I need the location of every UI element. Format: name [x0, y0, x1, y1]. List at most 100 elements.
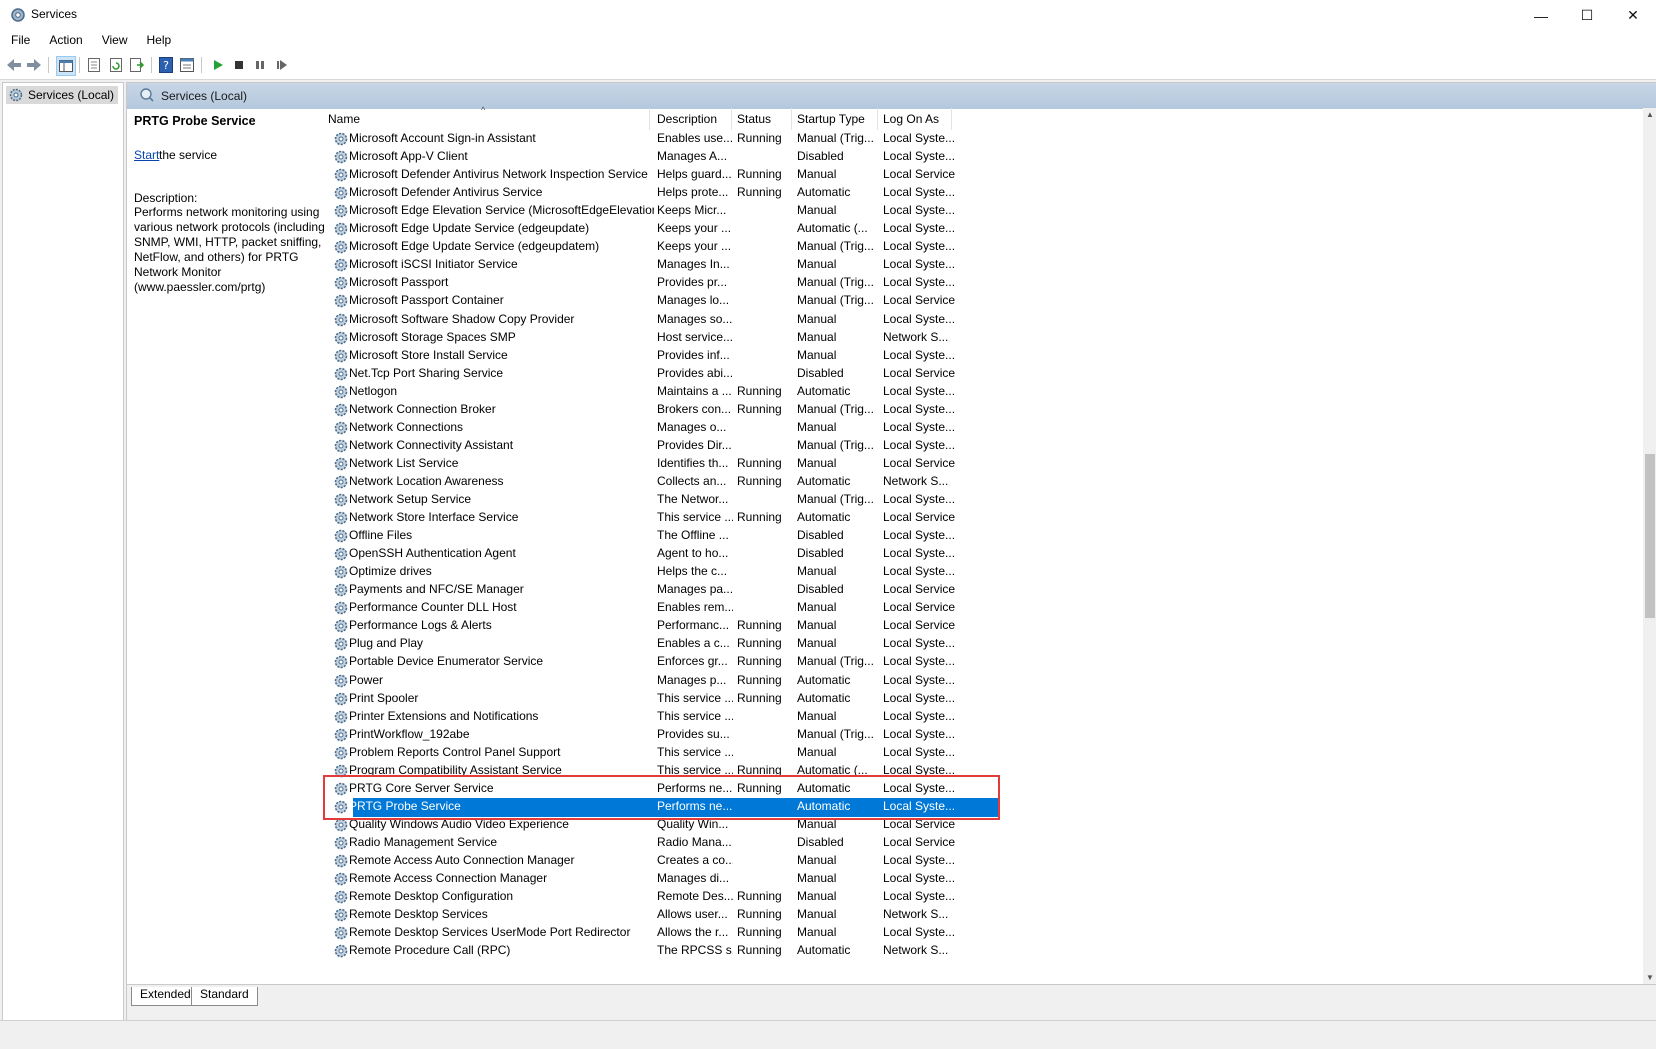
maximize-button[interactable]: ☐ [1564, 0, 1610, 31]
service-gear-icon [334, 890, 348, 904]
selected-service-title: PRTG Probe Service [134, 114, 256, 128]
service-row[interactable]: Microsoft Passport Container Manages lo..… [327, 292, 1027, 311]
vertical-scrollbar[interactable]: ▲ ▼ [1643, 108, 1656, 984]
service-startup-type: Manual (Trig... [797, 131, 874, 145]
service-log-on-as: Local Service [883, 366, 955, 380]
service-row[interactable]: Remote Desktop Services Allows user... Run… [327, 906, 1027, 925]
service-row[interactable]: Microsoft App-V Client Manages A... Disabl… [327, 148, 1027, 167]
scroll-down-icon[interactable]: ▼ [1646, 973, 1654, 982]
column-header-status[interactable]: Status [732, 108, 792, 130]
service-row[interactable]: Microsoft Passport Provides pr... Manual (… [327, 274, 1027, 293]
pause-service-icon[interactable] [251, 56, 269, 74]
service-log-on-as: Local Syste... [883, 402, 955, 416]
service-row[interactable]: Microsoft Edge Update Service (edgeupdat… [327, 238, 1027, 257]
properties-sheet-icon[interactable] [85, 56, 103, 74]
service-row[interactable]: Payments and NFC/SE Manager Manages pa...… [327, 581, 1027, 600]
menu-action[interactable]: Action [49, 31, 82, 51]
menu-help[interactable]: Help [147, 31, 172, 51]
service-row[interactable]: Microsoft Edge Elevation Service (Micros… [327, 202, 1027, 221]
service-name: OpenSSH Authentication Agent [349, 546, 516, 560]
menu-file[interactable]: File [11, 31, 30, 51]
service-row[interactable]: Remote Access Auto Connection Manager Cre… [327, 852, 1027, 871]
service-status: Running [737, 474, 782, 488]
service-gear-icon [334, 367, 348, 381]
help-icon[interactable]: ? [157, 56, 175, 74]
service-description: Enables use... [657, 131, 733, 145]
export-list-icon[interactable] [128, 56, 146, 74]
restart-service-icon[interactable] [273, 56, 291, 74]
service-row[interactable]: Performance Counter DLL Host Enables rem.… [327, 599, 1027, 618]
service-row[interactable]: Network Setup Service The Networ... Manual… [327, 491, 1027, 510]
service-row[interactable]: Optimize drives Helps the c... Manual Local… [327, 563, 1027, 582]
tab-standard[interactable]: Standard [191, 987, 258, 1006]
service-row[interactable]: Microsoft Storage Spaces SMP Host service… [327, 329, 1027, 348]
menu-view[interactable]: View [102, 31, 128, 51]
service-description: Keeps your ... [657, 239, 732, 253]
service-name: Microsoft Defender Antivirus Network Ins… [349, 167, 648, 181]
service-log-on-as: Local Syste... [883, 727, 955, 741]
service-row[interactable]: Remote Desktop Services UserMode Port Re… [327, 924, 1027, 943]
service-name: Microsoft Store Install Service [349, 348, 508, 362]
service-row[interactable]: Network Store Interface Service This serv… [327, 509, 1027, 528]
service-row[interactable]: Microsoft Defender Antivirus Network Ins… [327, 166, 1027, 185]
service-row[interactable]: Offline Files The Offline ... Disabled Loca… [327, 527, 1027, 546]
show-hide-console-tree-icon[interactable] [56, 56, 76, 76]
service-row[interactable]: Power Manages p... Running Automatic Local S… [327, 672, 1027, 691]
tree-item-services-local[interactable]: Services (Local) [6, 86, 119, 104]
stop-service-icon[interactable] [230, 56, 248, 74]
service-row[interactable]: Microsoft Defender Antivirus Service Help… [327, 184, 1027, 203]
service-row[interactable]: Network Location Awareness Collects an...… [327, 473, 1027, 492]
column-header-log-on-as[interactable]: Log On As [878, 108, 952, 130]
service-row[interactable]: Microsoft iSCSI Initiator Service Manages… [327, 256, 1027, 275]
column-header-description[interactable]: Description [652, 108, 732, 130]
service-row[interactable]: Network Connections Manages o... Manual Loc… [327, 419, 1027, 438]
back-arrow-icon[interactable] [5, 56, 23, 74]
scroll-up-icon[interactable]: ▲ [1646, 110, 1654, 119]
column-header-startup-type[interactable]: Startup Type [792, 108, 878, 130]
forward-arrow-icon[interactable] [25, 56, 43, 74]
service-gear-icon [334, 313, 348, 327]
service-row[interactable]: Remote Procedure Call (RPC) The RPCSS s..… [327, 942, 1027, 961]
service-row[interactable]: Problem Reports Control Panel Support Thi… [327, 744, 1027, 763]
service-row[interactable]: Microsoft Store Install Service Provides … [327, 347, 1027, 366]
service-startup-type: Manual [797, 871, 837, 885]
scrollbar-thumb[interactable] [1645, 454, 1655, 618]
service-row[interactable]: Net.Tcp Port Sharing Service Provides abi… [327, 365, 1027, 384]
service-startup-type: Disabled [797, 528, 844, 542]
service-row[interactable]: Network Connectivity Assistant Provides D… [327, 437, 1027, 456]
services-main-panel: Services (Local) PRTG Probe Service Star… [126, 82, 1656, 1021]
start-service-link[interactable]: Start [134, 148, 159, 162]
service-row[interactable]: Remote Access Connection Manager Manages … [327, 870, 1027, 889]
tab-extended[interactable]: Extended [131, 987, 200, 1006]
service-row[interactable]: Microsoft Account Sign-in Assistant Enabl… [327, 130, 1027, 149]
service-row[interactable]: Microsoft Edge Update Service (edgeupdat… [327, 220, 1027, 239]
minimize-button[interactable]: — [1518, 0, 1564, 31]
service-row[interactable]: Network List Service Identifies th... Runn… [327, 455, 1027, 474]
service-name: Netlogon [349, 384, 398, 398]
close-button[interactable]: ✕ [1610, 0, 1656, 31]
action-pane-icon[interactable] [178, 56, 196, 74]
column-header-name[interactable]: Name ^ [323, 105, 650, 130]
service-row[interactable]: Printer Extensions and Notifications This… [327, 708, 1027, 727]
services-gear-icon [9, 88, 23, 102]
service-row[interactable]: Remote Desktop Configuration Remote Des..… [327, 888, 1027, 907]
service-description: Remote Des... [657, 889, 733, 903]
service-row[interactable]: Microsoft Software Shadow Copy Provider M… [327, 311, 1027, 330]
service-row[interactable]: Network Connection Broker Brokers con... R… [327, 401, 1027, 420]
service-name: Performance Counter DLL Host [349, 600, 517, 614]
refresh-icon[interactable] [107, 56, 125, 74]
service-row[interactable]: Portable Device Enumerator Service Enforc… [327, 653, 1027, 672]
service-description: Provides Dir... [657, 438, 732, 452]
service-log-on-as: Local Syste... [883, 149, 955, 163]
service-row[interactable]: Print Spooler This service ... Running Auto… [327, 690, 1027, 709]
service-row[interactable]: Performance Logs & Alerts Performanc... Ru… [327, 617, 1027, 636]
service-gear-icon [334, 493, 348, 507]
service-row[interactable]: OpenSSH Authentication Agent Agent to ho.… [327, 545, 1027, 564]
service-row[interactable]: Radio Management Service Radio Mana... Dis… [327, 834, 1027, 853]
start-service-play-icon[interactable] [209, 56, 227, 74]
service-row[interactable]: PrintWorkflow_192abe Provides su... Manual… [327, 726, 1027, 745]
service-row[interactable]: Netlogon Maintains a ... Running Automatic L… [327, 383, 1027, 402]
service-startup-type: Automatic [797, 384, 851, 398]
service-gear-icon [334, 132, 348, 146]
service-row[interactable]: Plug and Play Enables a c... Running Manual… [327, 635, 1027, 654]
